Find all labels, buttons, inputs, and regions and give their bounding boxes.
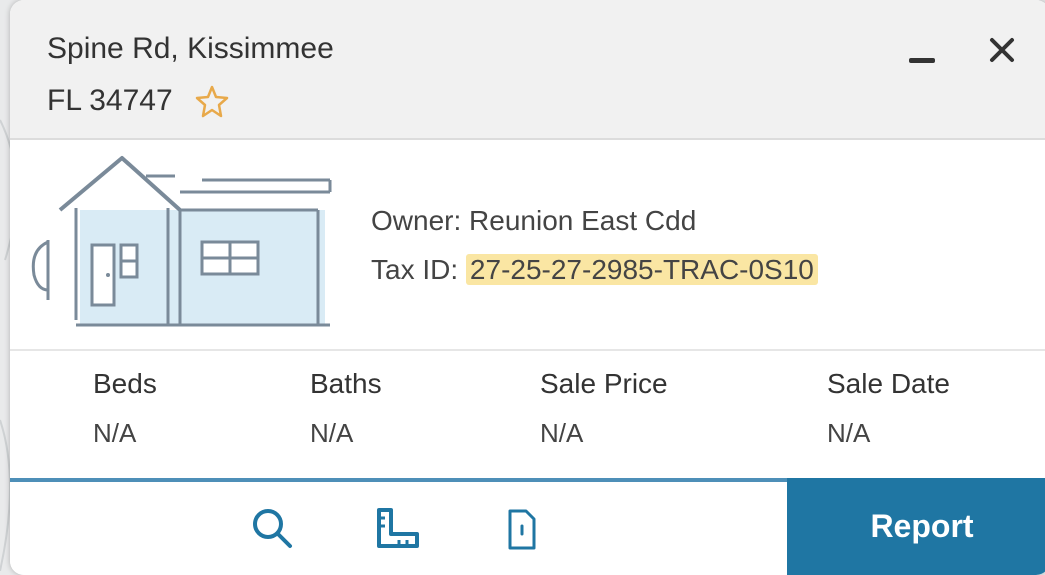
tax-id-value: 27-25-27-2985-TRAC-0S10 (465, 254, 818, 285)
document-button[interactable] (502, 508, 538, 557)
footer-accent-line (10, 478, 790, 482)
ruler-icon (377, 508, 419, 548)
search-icon (253, 509, 292, 548)
minimize-icon (909, 58, 935, 63)
popup-header: Spine Rd, Kissimmee FL 34747 (10, 0, 1045, 140)
stat-label: Baths (310, 368, 382, 399)
owner-text: Owner: Reunion East Cdd (371, 205, 696, 237)
stat-label: Sale Date (827, 368, 950, 399)
stat-label: Sale Price (540, 368, 668, 399)
property-popup-card: Spine Rd, Kissimmee FL 34747 Owner: Reun… (10, 0, 1045, 575)
divider (10, 349, 1045, 351)
stat-label: Beds (93, 368, 157, 399)
owner-value: Reunion East Cdd (469, 205, 697, 236)
stat-sale-date: Sale Date N/A (827, 368, 950, 449)
stat-beds: Beds N/A (93, 368, 157, 449)
measure-button[interactable] (375, 506, 419, 555)
report-button[interactable]: Report (787, 478, 1045, 575)
stat-baths: Baths N/A (310, 368, 382, 449)
address-line-1: Spine Rd, Kissimmee (47, 32, 334, 65)
tax-id-label: Tax ID: (371, 254, 459, 285)
minimize-button[interactable] (903, 32, 943, 72)
search-button[interactable] (250, 506, 294, 555)
star-icon[interactable] (194, 83, 230, 119)
document-icon (508, 509, 536, 550)
owner-label: Owner: (371, 205, 462, 236)
tax-id-text: Tax ID: 27-25-27-2985-TRAC-0S10 (371, 254, 818, 286)
stat-value: N/A (827, 418, 871, 448)
close-icon (990, 38, 1014, 62)
stat-value: N/A (540, 418, 584, 448)
house-illustration (31, 156, 332, 327)
stat-value: N/A (93, 418, 137, 448)
close-button[interactable] (982, 30, 1022, 70)
popup-footer: Report (10, 478, 1045, 575)
stat-value: N/A (310, 418, 354, 448)
address-line-2: FL 34747 (47, 84, 173, 117)
stat-sale-price: Sale Price N/A (540, 368, 668, 449)
